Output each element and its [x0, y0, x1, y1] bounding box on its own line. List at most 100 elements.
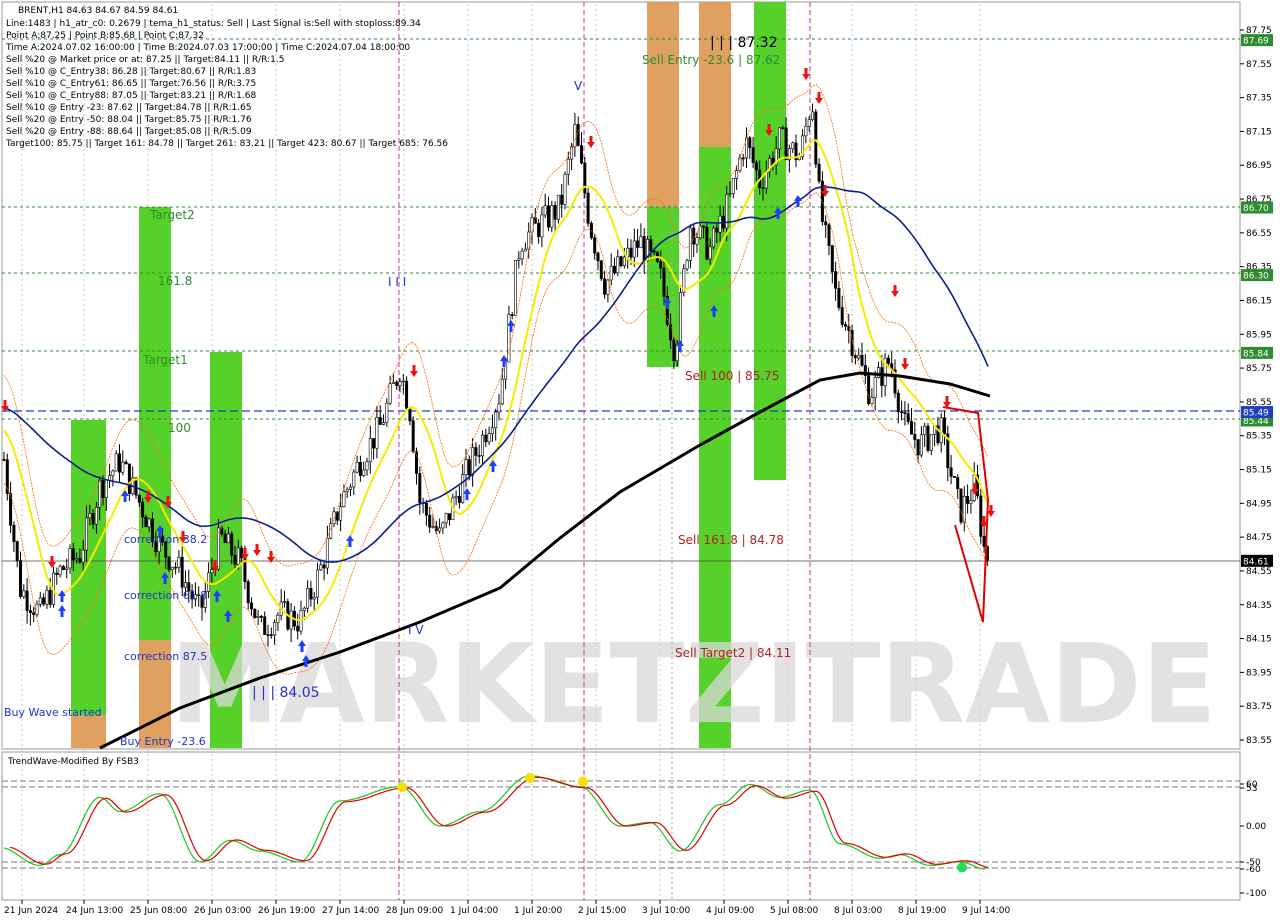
- candle-body: [477, 455, 481, 457]
- candle-body: [876, 367, 880, 378]
- candle-body: [408, 408, 412, 422]
- candle-body: [659, 261, 663, 269]
- candle-body: [791, 142, 795, 150]
- price-tick: 85.35: [1246, 432, 1272, 442]
- candle-body: [405, 380, 409, 409]
- time-tick: 9 Jul 14:00: [962, 906, 1011, 916]
- candle-body: [553, 205, 557, 220]
- candle-body: [118, 453, 122, 473]
- candle-body: [834, 271, 838, 289]
- wave-iii-label: I I I: [388, 275, 406, 289]
- candle-body: [494, 411, 498, 429]
- sell-target2-label: Sell Target2 | 84.11: [675, 646, 791, 660]
- candle-body: [919, 434, 923, 456]
- candle-body: [550, 205, 554, 228]
- candle-body: [65, 567, 69, 570]
- candle-body: [170, 566, 174, 570]
- candle-body: [368, 438, 372, 463]
- candle-body: [375, 417, 379, 449]
- candle-body: [81, 549, 85, 563]
- candle-body: [306, 588, 310, 609]
- price-chart[interactable]: MARKETZITRADE Sell Entry -23.6 | 87.62 |…: [0, 0, 1280, 920]
- candle-body: [447, 513, 451, 520]
- candle-body: [718, 215, 722, 233]
- target2-label: Target2: [149, 208, 195, 222]
- candle-body: [174, 566, 178, 569]
- candle-body: [916, 439, 920, 456]
- candle-body: [424, 503, 428, 516]
- wave-v-label: V: [574, 79, 583, 93]
- candle-body: [342, 491, 346, 508]
- candle-body: [622, 256, 626, 267]
- candle-body: [583, 162, 587, 194]
- candle-body: [929, 434, 933, 451]
- candle-body: [596, 252, 600, 262]
- time-tick: 8 Jul 19:00: [898, 906, 947, 916]
- candle-body: [71, 548, 75, 561]
- candle-body: [599, 260, 603, 280]
- candle-body: [78, 558, 82, 563]
- zone-orange-4: [699, 2, 731, 147]
- candle-body: [230, 533, 234, 556]
- candle-body: [880, 367, 884, 386]
- candle-body: [167, 556, 171, 570]
- zone-orange-1: [71, 715, 106, 748]
- candle-body: [18, 560, 22, 597]
- buy-wave-label: Buy Wave started: [4, 706, 102, 719]
- candle-body: [259, 616, 263, 618]
- candle-body: [900, 411, 904, 414]
- candle-body: [639, 236, 643, 248]
- candle-body: [926, 425, 930, 451]
- candle-body: [358, 462, 362, 476]
- candle-body: [282, 601, 286, 603]
- time-tick: 2 Jul 15:00: [578, 906, 627, 916]
- candle-body: [75, 558, 79, 561]
- candle-body: [711, 227, 715, 248]
- candle-body: [94, 506, 98, 525]
- candle-body: [58, 565, 62, 575]
- candle-body: [352, 471, 356, 488]
- candle-body: [662, 267, 666, 297]
- price-tick: 85.95: [1246, 330, 1272, 340]
- price-tick: 87.55: [1246, 60, 1272, 70]
- wave-iv-label: I V: [408, 623, 424, 637]
- sell-100-label: Sell 100 | 85.75: [685, 369, 779, 383]
- candle-body: [312, 596, 316, 600]
- candle-body: [837, 287, 841, 308]
- candle-body: [777, 127, 781, 150]
- candle-body: [38, 597, 42, 605]
- candle-body: [966, 495, 970, 504]
- candle-body: [784, 127, 788, 161]
- point-c-label: | | | 87.32: [710, 35, 778, 51]
- time-tick: 8 Jul 03:00: [834, 906, 883, 916]
- candle-body: [609, 265, 613, 281]
- candle-body: [345, 488, 349, 492]
- osc-signal-dot: [397, 782, 407, 793]
- candle-body: [141, 501, 145, 518]
- price-tick: 86.15: [1246, 296, 1272, 306]
- candle-body: [88, 513, 92, 519]
- low-label: | | | 84.05: [252, 685, 320, 701]
- candle-body: [735, 170, 739, 179]
- candle-body: [867, 375, 871, 404]
- candle-body: [840, 307, 844, 325]
- price-tick: 83.55: [1246, 736, 1272, 746]
- candle-body: [827, 224, 831, 246]
- osc-tick: 0.00: [1246, 822, 1266, 832]
- candle-body: [365, 461, 369, 471]
- candle-body: [642, 236, 646, 262]
- candle-body: [233, 555, 237, 565]
- candle-body: [378, 417, 382, 425]
- candle-body: [121, 461, 125, 473]
- candle-body: [939, 417, 943, 444]
- price-tick: 87.35: [1246, 94, 1272, 104]
- candle-body: [636, 240, 640, 248]
- candle-body: [586, 192, 590, 224]
- candle-body: [381, 422, 385, 425]
- candle-body: [91, 513, 95, 525]
- candle-body: [886, 357, 890, 364]
- candle-body: [184, 582, 188, 588]
- candle-body: [372, 438, 376, 449]
- info-line-2: Time A:2024.07.02 16:00:00 | Time B:2024…: [5, 43, 410, 53]
- candle-body: [603, 278, 607, 295]
